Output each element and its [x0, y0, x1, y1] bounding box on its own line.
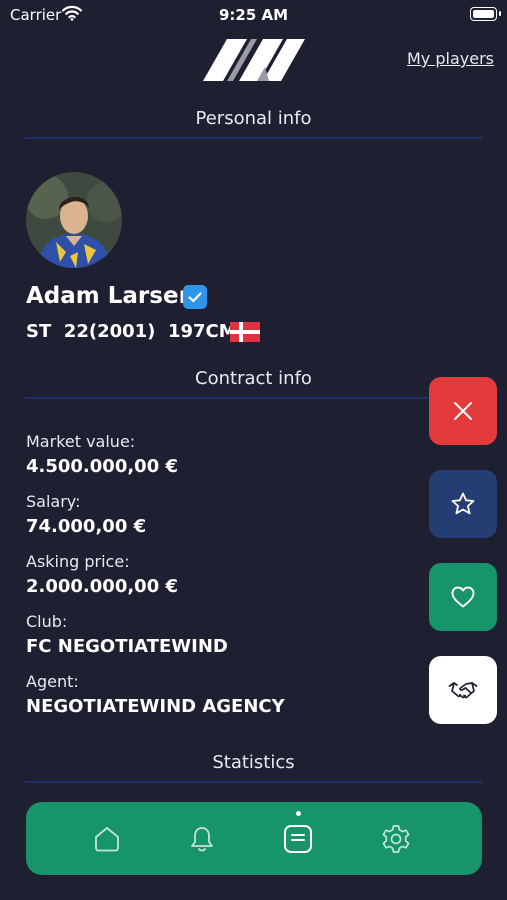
clock: 9:25 AM [218, 6, 289, 24]
player-height: 197CM [167, 321, 237, 342]
player-name: Adam Larsen [26, 283, 195, 309]
home-icon [95, 827, 119, 852]
bell-icon [191, 827, 213, 852]
verified-badge-icon [183, 285, 207, 309]
status-bar: Carrier 9:25 AM [0, 0, 507, 28]
denmark-flag-icon [230, 322, 260, 342]
like-button[interactable] [429, 563, 497, 631]
club-value: FC NEGOTIATEWIND [26, 636, 228, 657]
reject-button[interactable] [429, 377, 497, 445]
app-logo [203, 37, 305, 83]
player-age: 22(2001) [63, 321, 156, 342]
nav-settings[interactable] [378, 820, 414, 858]
salary-label: Salary: [26, 492, 81, 511]
close-icon [454, 402, 472, 420]
bottom-nav [26, 802, 482, 875]
agent-value: NEGOTIATEWIND AGENCY [26, 696, 285, 717]
divider [25, 781, 482, 783]
star-icon [451, 492, 475, 515]
document-icon [284, 825, 312, 853]
active-indicator [296, 811, 301, 816]
section-title-statistics: Statistics [212, 752, 295, 773]
divider [25, 397, 482, 399]
deal-button[interactable] [429, 656, 497, 724]
agent-label: Agent: [26, 672, 79, 691]
divider [25, 137, 482, 139]
salary-value: 74.000,00 € [26, 516, 147, 537]
avatar [26, 172, 122, 268]
nav-notifications[interactable] [184, 820, 220, 858]
gear-icon [382, 825, 410, 853]
asking-price-value: 2.000.000,00 € [26, 576, 179, 597]
nav-players[interactable] [280, 820, 316, 858]
my-players-link[interactable]: My players [407, 49, 494, 68]
heart-icon [451, 586, 475, 608]
market-value-label: Market value: [26, 432, 136, 451]
section-title-personal-info: Personal info [195, 108, 312, 129]
battery-icon [470, 7, 497, 21]
player-meta: ST 22(2001) 197CM [26, 321, 237, 342]
favorite-button[interactable] [429, 470, 497, 538]
asking-price-label: Asking price: [26, 552, 130, 571]
handshake-icon [448, 682, 478, 699]
market-value: 4.500.000,00 € [26, 456, 179, 477]
player-position: ST [26, 321, 52, 342]
nav-home[interactable] [89, 820, 125, 858]
club-label: Club: [26, 612, 68, 631]
